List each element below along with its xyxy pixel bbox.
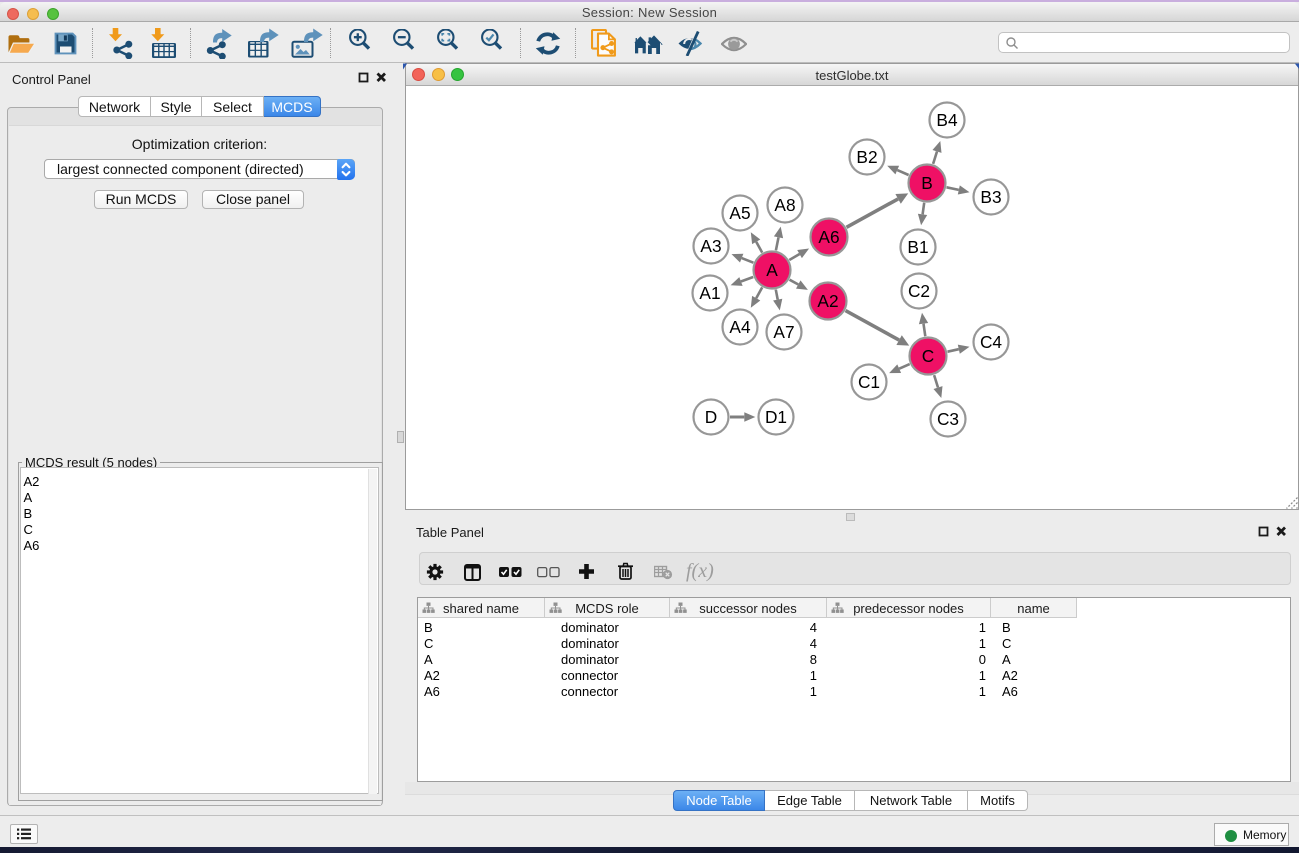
svg-text:A5: A5 [729, 203, 750, 223]
svg-text:A6: A6 [818, 227, 839, 247]
svg-text:C: C [922, 346, 934, 366]
svg-text:A2: A2 [817, 291, 838, 311]
svg-text:A3: A3 [700, 236, 721, 256]
svg-text:C4: C4 [980, 332, 1002, 352]
svg-text:B: B [921, 173, 933, 193]
svg-text:B1: B1 [907, 237, 928, 257]
svg-text:C3: C3 [937, 409, 959, 429]
svg-text:A1: A1 [699, 283, 720, 303]
svg-text:B4: B4 [936, 110, 958, 130]
svg-text:A: A [766, 260, 778, 280]
svg-text:B2: B2 [856, 147, 877, 167]
svg-text:B3: B3 [980, 187, 1001, 207]
svg-text:A7: A7 [773, 322, 794, 342]
svg-text:A4: A4 [729, 317, 751, 337]
svg-text:D: D [705, 407, 717, 427]
svg-text:C1: C1 [858, 372, 880, 392]
svg-text:D1: D1 [765, 407, 787, 427]
svg-text:C2: C2 [908, 281, 930, 301]
svg-text:A8: A8 [774, 195, 795, 215]
